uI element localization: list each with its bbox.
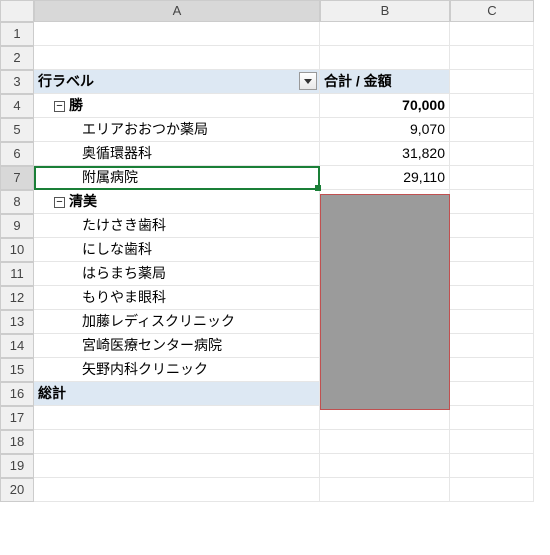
pivot-value-header[interactable]: 合計 / 金額 xyxy=(320,70,450,94)
redacted-region xyxy=(320,194,450,410)
row-header[interactable]: 6 xyxy=(0,142,34,166)
row-header[interactable]: 12 xyxy=(0,286,34,310)
cell[interactable] xyxy=(34,406,320,430)
row-header[interactable]: 13 xyxy=(0,310,34,334)
pivot-item[interactable]: 附属病院 xyxy=(34,166,320,190)
cell[interactable] xyxy=(450,190,534,214)
cell[interactable] xyxy=(450,166,534,190)
pivot-group[interactable]: −勝 xyxy=(34,94,320,118)
row-header[interactable]: 8 xyxy=(0,190,34,214)
cell[interactable] xyxy=(34,454,320,478)
cell[interactable] xyxy=(34,430,320,454)
group-name: 勝 xyxy=(69,97,83,113)
pivot-grand-total-label[interactable]: 総計 xyxy=(34,382,320,406)
cell[interactable] xyxy=(450,214,534,238)
cell[interactable] xyxy=(320,22,450,46)
row-header[interactable]: 5 xyxy=(0,118,34,142)
pivot-item[interactable]: にしな歯科 xyxy=(34,238,320,262)
col-header-b[interactable]: B xyxy=(320,0,450,22)
cell[interactable] xyxy=(320,430,450,454)
cell[interactable] xyxy=(320,454,450,478)
cell[interactable] xyxy=(450,22,534,46)
row-header[interactable]: 18 xyxy=(0,430,34,454)
row-header[interactable]: 11 xyxy=(0,262,34,286)
row-header[interactable]: 19 xyxy=(0,454,34,478)
row-header[interactable]: 20 xyxy=(0,478,34,502)
row-header[interactable]: 16 xyxy=(0,382,34,406)
row-header[interactable]: 15 xyxy=(0,358,34,382)
cell[interactable] xyxy=(450,406,534,430)
pivot-group[interactable]: −清美 xyxy=(34,190,320,214)
group-name: 清美 xyxy=(69,193,97,209)
row-header[interactable]: 7 xyxy=(0,166,34,190)
cell[interactable] xyxy=(450,478,534,502)
row-header[interactable]: 2 xyxy=(0,46,34,70)
pivot-row-label-header[interactable]: 行ラベル xyxy=(34,70,320,94)
cell[interactable] xyxy=(450,94,534,118)
pivot-value[interactable]: 31,820 xyxy=(320,142,450,166)
collapse-icon[interactable]: − xyxy=(54,197,65,208)
row-header[interactable]: 9 xyxy=(0,214,34,238)
spreadsheet: A B C 1 2 3 行ラベル 合計 / 金額 4 −勝 70,000 5 xyxy=(0,0,550,502)
row-header[interactable]: 14 xyxy=(0,334,34,358)
select-all-corner[interactable] xyxy=(0,0,34,22)
pivot-subtotal[interactable]: 70,000 xyxy=(320,94,450,118)
col-header-c[interactable]: C xyxy=(450,0,534,22)
cell[interactable] xyxy=(450,334,534,358)
row-header[interactable]: 1 xyxy=(0,22,34,46)
row-header[interactable]: 17 xyxy=(0,406,34,430)
pivot-value[interactable]: 29,110 xyxy=(320,166,450,190)
pivot-item[interactable]: 奥循環器科 xyxy=(34,142,320,166)
pivot-item[interactable]: 加藤レディスクリニック xyxy=(34,310,320,334)
cell[interactable] xyxy=(450,286,534,310)
pivot-value[interactable]: 9,070 xyxy=(320,118,450,142)
cell[interactable] xyxy=(450,430,534,454)
row-header[interactable]: 3 xyxy=(0,70,34,94)
pivot-item[interactable]: エリアおおつか薬局 xyxy=(34,118,320,142)
pivot-item[interactable]: 宮崎医療センター病院 xyxy=(34,334,320,358)
pivot-item[interactable]: たけさき歯科 xyxy=(34,214,320,238)
pivot-item[interactable]: はらまち薬局 xyxy=(34,262,320,286)
row-header[interactable]: 10 xyxy=(0,238,34,262)
cell[interactable] xyxy=(320,46,450,70)
col-header-a[interactable]: A xyxy=(34,0,320,22)
cell[interactable] xyxy=(34,22,320,46)
pivot-item[interactable]: もりやま眼科 xyxy=(34,286,320,310)
filter-dropdown-icon[interactable] xyxy=(299,72,317,90)
cell[interactable] xyxy=(450,70,534,94)
cell[interactable] xyxy=(450,262,534,286)
cell[interactable] xyxy=(450,310,534,334)
pivot-row-label-text: 行ラベル xyxy=(38,73,94,89)
collapse-icon[interactable]: − xyxy=(54,101,65,112)
cell[interactable] xyxy=(450,238,534,262)
cell[interactable] xyxy=(450,382,534,406)
cell[interactable] xyxy=(450,142,534,166)
pivot-item[interactable]: 矢野内科クリニック xyxy=(34,358,320,382)
column-header-row: A B C xyxy=(0,0,550,22)
row-header[interactable]: 4 xyxy=(0,94,34,118)
cell[interactable] xyxy=(450,46,534,70)
cell[interactable] xyxy=(34,46,320,70)
cell[interactable] xyxy=(34,478,320,502)
cell[interactable] xyxy=(450,358,534,382)
cell[interactable] xyxy=(450,454,534,478)
cell[interactable] xyxy=(320,478,450,502)
cell[interactable] xyxy=(450,118,534,142)
